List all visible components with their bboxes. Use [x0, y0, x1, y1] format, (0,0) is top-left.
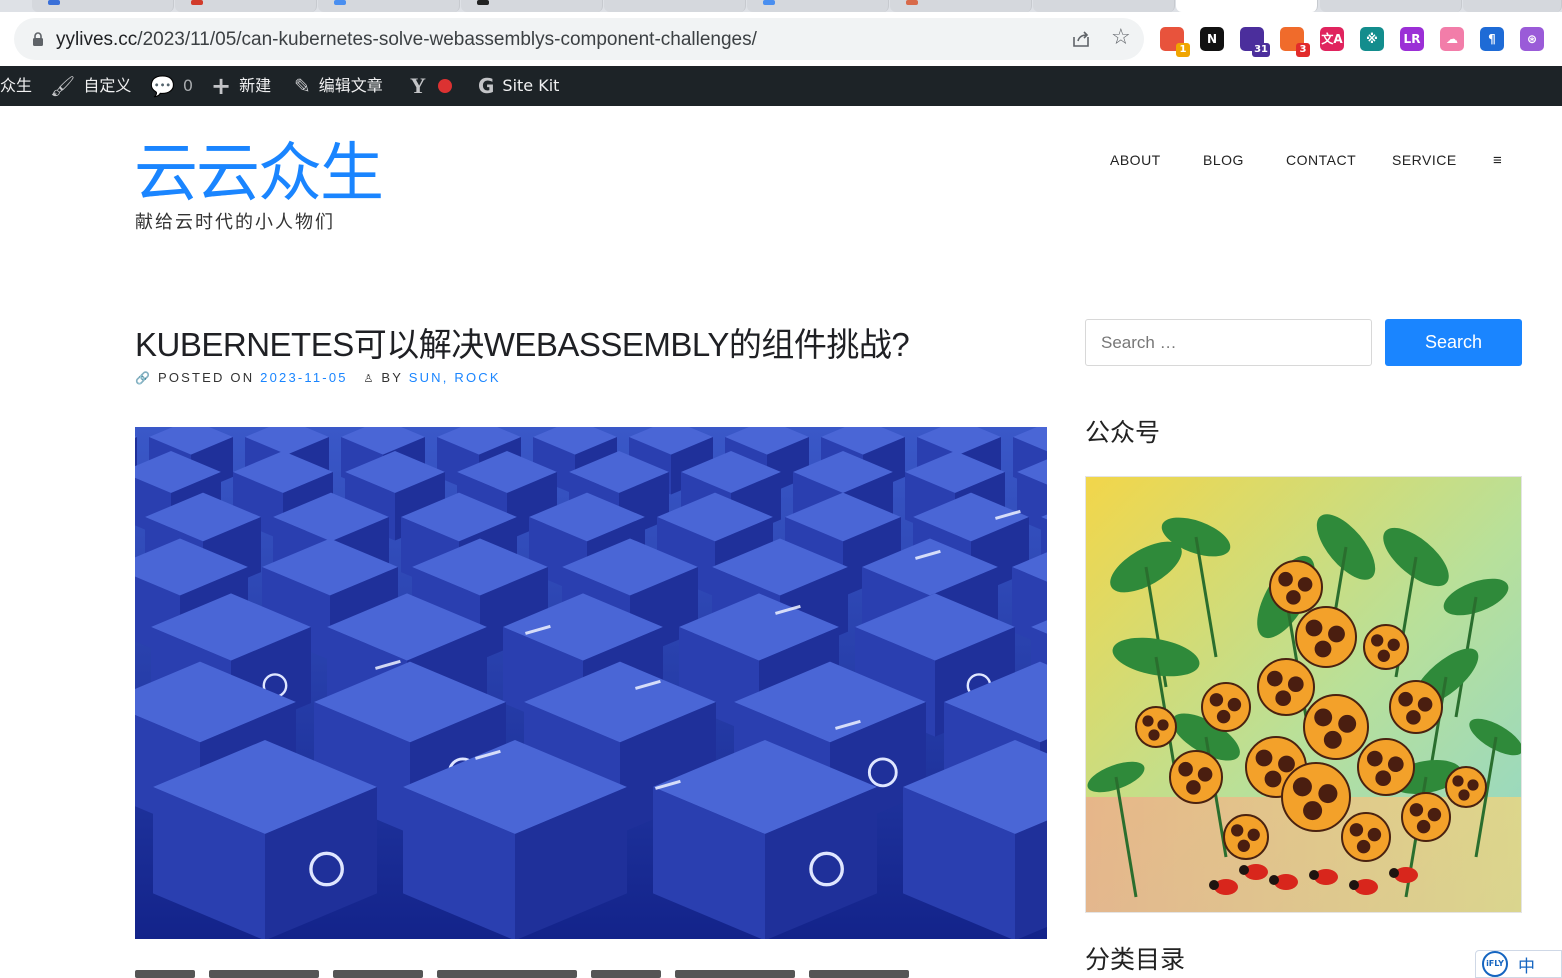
browser-tab[interactable]	[318, 0, 460, 12]
site-title[interactable]: 云云众生	[134, 138, 384, 210]
browser-tab[interactable]	[604, 0, 746, 12]
ext-4-extension-icon[interactable]: 3	[1280, 27, 1310, 57]
comment-icon: 💬	[150, 74, 175, 98]
adminbar-customize[interactable]: 🖌 自定义	[50, 66, 131, 106]
post-meta: 🔗 POSTED ON 2023-11-05 ♙ BY SUN, ROCK	[135, 370, 501, 385]
browser-tab[interactable]	[1320, 0, 1462, 12]
ext-1-extension-icon[interactable]: 1	[1160, 27, 1190, 57]
nav-about[interactable]: ABOUT	[1110, 152, 1161, 168]
nav-service[interactable]: SERVICE	[1392, 152, 1457, 168]
google-icon: G	[478, 74, 495, 98]
link-icon: 🔗	[135, 371, 153, 385]
ext-8-extension-icon[interactable]: ☁	[1440, 27, 1464, 51]
ime-toolbar[interactable]: iFLY 中	[1475, 950, 1562, 978]
browser-tab[interactable]	[890, 0, 1032, 12]
author-link[interactable]: SUN, ROCK	[409, 370, 501, 385]
url-text[interactable]: yylives.cc/2023/11/05/can-kubernetes-sol…	[56, 29, 757, 51]
wp-admin-bar: 众生 🖌 自定义 💬 0 + 新建 ✎ 编辑文章 Y G Site Kit	[0, 66, 1562, 106]
ext-5-extension-icon[interactable]: 文A	[1320, 27, 1344, 51]
article-text-cutoff	[135, 960, 1035, 978]
browser-toolbar: yylives.cc/2023/11/05/can-kubernetes-sol…	[0, 12, 1562, 66]
extension-badge: 31	[1252, 43, 1270, 57]
adminbar-new[interactable]: + 新建	[211, 66, 271, 106]
chatgpt-extension-icon[interactable]: ⊛	[1520, 27, 1544, 51]
ext-9-extension-icon[interactable]: ¶	[1480, 27, 1504, 51]
ime-language-toggle[interactable]: 中	[1518, 952, 1535, 977]
search-input[interactable]	[1085, 319, 1372, 366]
yoast-icon: Y	[410, 73, 426, 98]
adminbar-comments[interactable]: 💬 0	[150, 66, 193, 106]
adminbar-site-name[interactable]: 众生	[0, 66, 32, 106]
notion-extension-icon[interactable]: N	[1200, 27, 1224, 51]
user-icon: ♙	[363, 373, 376, 385]
lock-icon[interactable]	[32, 32, 44, 46]
browser-tab[interactable]	[461, 0, 603, 12]
adminbar-edit-post[interactable]: ✎ 编辑文章	[294, 66, 383, 106]
posted-on-label: POSTED ON	[157, 370, 255, 385]
ext-6-extension-icon[interactable]: ※	[1360, 27, 1384, 51]
by-label: BY	[381, 370, 403, 385]
featured-image	[135, 427, 1047, 939]
widget-title-wechat: 公众号	[1085, 418, 1161, 447]
brush-icon: 🖌	[50, 74, 76, 98]
address-bar[interactable]: yylives.cc/2023/11/05/can-kubernetes-sol…	[14, 18, 1144, 60]
menu-icon[interactable]: ≡	[1493, 152, 1502, 169]
nav-blog[interactable]: BLOG	[1203, 152, 1244, 168]
site-description: 献给云时代的小人物们	[135, 212, 335, 233]
seo-status-dot	[437, 79, 452, 93]
search-button[interactable]: Search	[1385, 319, 1522, 366]
ifly-logo-icon: iFLY	[1482, 951, 1508, 977]
browser-tab[interactable]	[747, 0, 889, 12]
wechat-qr-image	[1085, 476, 1522, 913]
post-date-link[interactable]: 2023-11-05	[260, 370, 348, 385]
browser-tab[interactable]	[175, 0, 317, 12]
adminbar-yoast[interactable]: Y	[410, 66, 452, 106]
adminbar-sitekit[interactable]: G Site Kit	[478, 66, 559, 106]
extension-badge: 1	[1176, 43, 1190, 57]
browser-tab[interactable]	[1463, 0, 1562, 12]
pencil-icon: ✎	[294, 74, 311, 98]
browser-tab[interactable]	[1033, 0, 1175, 12]
ext-3-extension-icon[interactable]: 31	[1240, 27, 1270, 57]
post-title: KUBERNETES可以解决WEBASSEMBLY的组件挑战?	[135, 326, 910, 363]
browser-tab[interactable]	[32, 0, 174, 12]
browser-tab-strip	[0, 0, 1562, 12]
nav-contact[interactable]: CONTACT	[1286, 152, 1356, 168]
share-icon[interactable]	[1070, 28, 1092, 50]
plus-icon: +	[211, 72, 232, 100]
widget-title-categories: 分类目录	[1085, 945, 1186, 974]
bookmark-star-icon[interactable]: ☆	[1111, 27, 1131, 49]
extension-badge: 3	[1296, 43, 1310, 57]
ext-7-extension-icon[interactable]: LR	[1400, 27, 1424, 51]
browser-tab-active[interactable]	[1176, 0, 1318, 12]
